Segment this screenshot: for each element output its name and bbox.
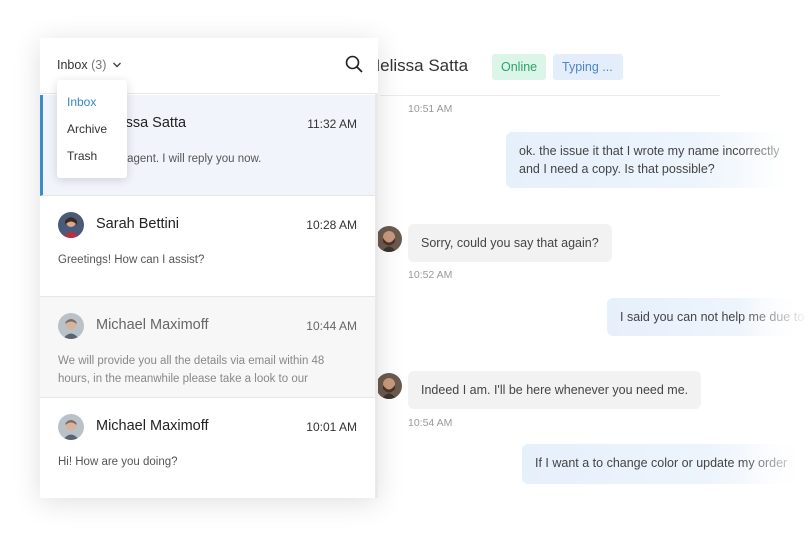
avatar <box>58 414 84 440</box>
avatar <box>376 226 402 252</box>
message-outgoing: I said you can not help me due to <box>607 298 807 336</box>
message-outgoing: ok. the issue it that I wrote my name in… <box>506 132 796 188</box>
dropdown-item-archive[interactable]: Archive <box>67 122 107 136</box>
conversation-name: Michael Maximoff <box>96 317 209 333</box>
scrollbar[interactable] <box>375 94 378 498</box>
status-badge-online: Online <box>492 54 547 80</box>
folder-dropdown: Inbox Archive Trash <box>57 80 127 178</box>
chevron-down-icon[interactable] <box>112 60 122 70</box>
chat-header-divider <box>380 95 720 96</box>
dropdown-item-trash[interactable]: Trash <box>67 149 97 163</box>
conversation-snippet: Greetings! How can I assist? <box>58 254 205 266</box>
conversation-time: 10:01 AM <box>306 420 357 434</box>
message-timestamp: 10:54 AM <box>408 417 453 429</box>
conversation-item[interactable]: Sarah Bettini 10:28 AM Greetings! How ca… <box>40 196 375 297</box>
inbox-title: Inbox <box>57 58 88 72</box>
conversation-name: Sarah Bettini <box>96 216 180 232</box>
chat-contact-name: Melissa Satta <box>366 56 469 75</box>
avatar <box>376 373 402 399</box>
message-timestamp: 10:51 AM <box>408 103 453 115</box>
inbox-count: (3) <box>91 58 107 72</box>
search-icon[interactable] <box>344 54 364 74</box>
conversation-time: 11:32 AM <box>307 117 357 131</box>
conversation-time: 10:28 AM <box>306 218 357 232</box>
conversation-time: 10:44 AM <box>306 319 357 333</box>
dropdown-item-inbox[interactable]: Inbox <box>67 95 96 109</box>
conversation-snippet: Hi! How are you doing? <box>58 456 178 468</box>
avatar <box>58 212 84 238</box>
inbox-filter-toggle[interactable]: Inbox (3) <box>57 58 106 72</box>
message-incoming: Sorry, could you say that again? <box>408 224 612 262</box>
conversation-item[interactable]: Michael Maximoff 10:44 AM We will provid… <box>40 297 375 398</box>
conversation-name: Michael Maximoff <box>96 418 209 434</box>
conversation-snippet: We will provide you all the details via … <box>58 355 325 385</box>
message-timestamp: 10:52 AM <box>408 269 453 281</box>
avatar <box>58 313 84 339</box>
status-badge-typing: Typing ... <box>553 54 623 80</box>
message-outgoing: If I want a to change color or update my… <box>522 444 808 484</box>
message-incoming: Indeed I am. I'll be here whenever you n… <box>408 371 702 409</box>
conversation-item[interactable]: Michael Maximoff 10:01 AM Hi! How are yo… <box>40 398 375 498</box>
